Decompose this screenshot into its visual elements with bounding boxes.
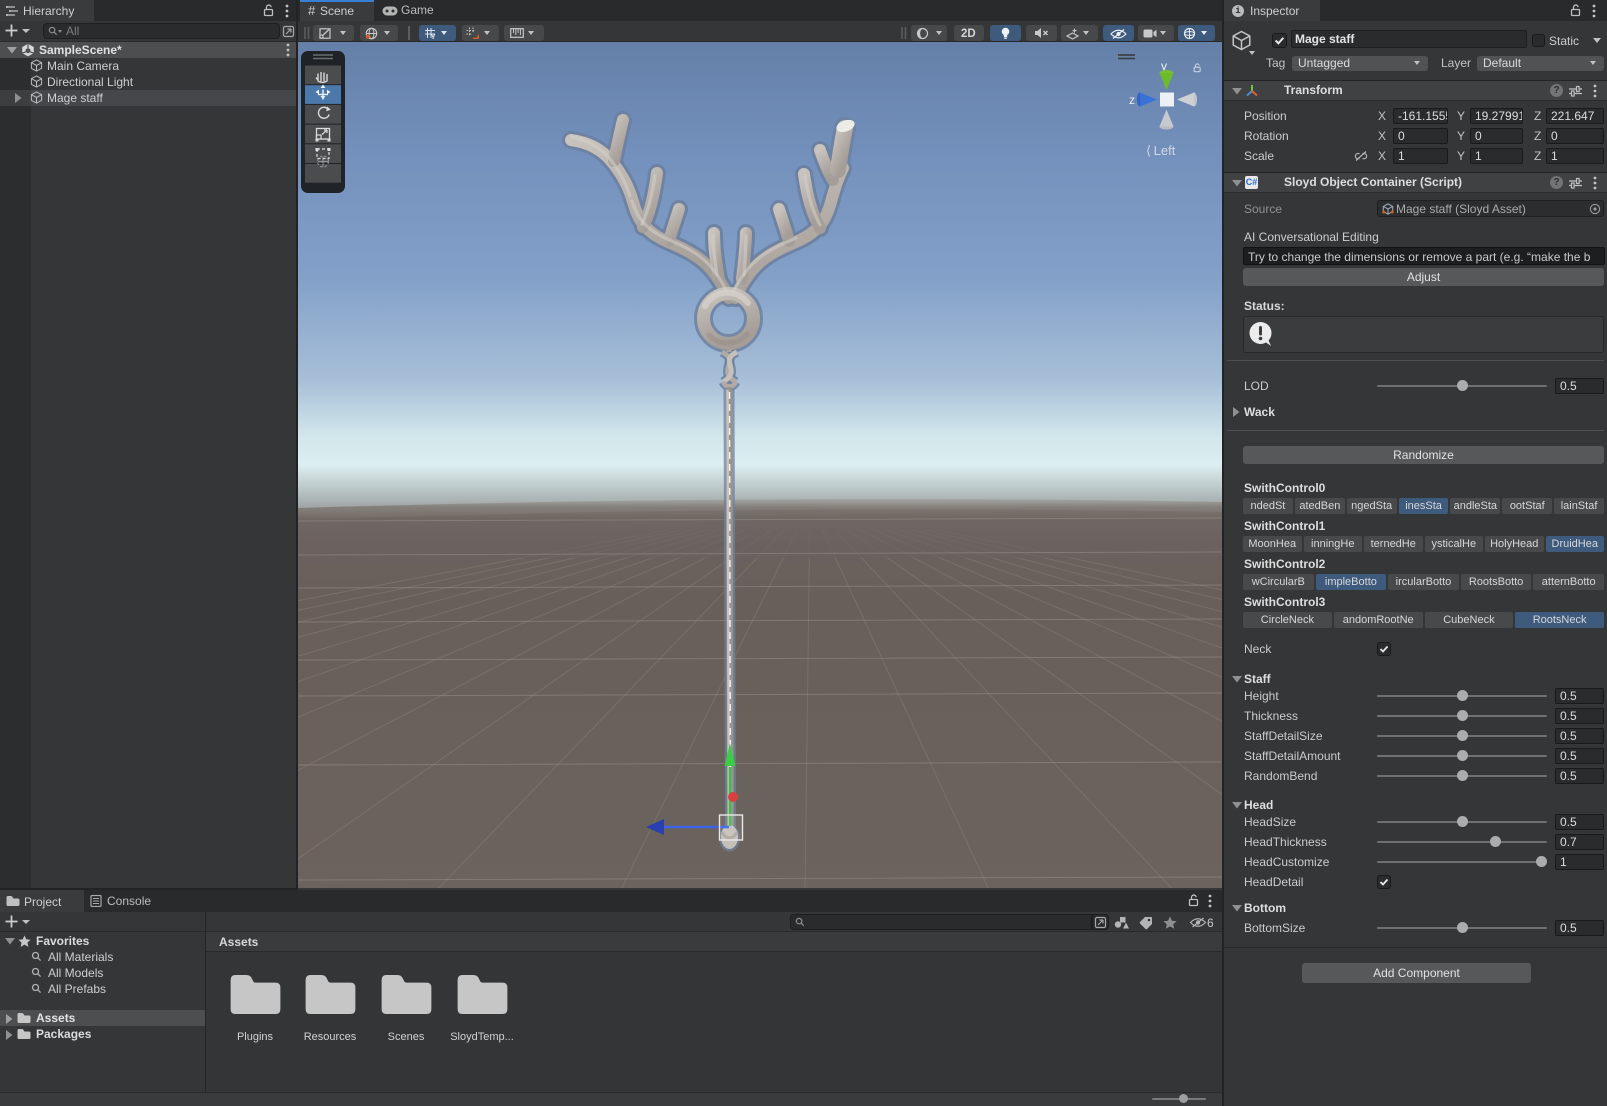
svg-text:z: z (1129, 93, 1135, 107)
svg-text:⟨ Left: ⟨ Left (1146, 143, 1176, 158)
svg-text:Y: Y (431, 34, 436, 39)
